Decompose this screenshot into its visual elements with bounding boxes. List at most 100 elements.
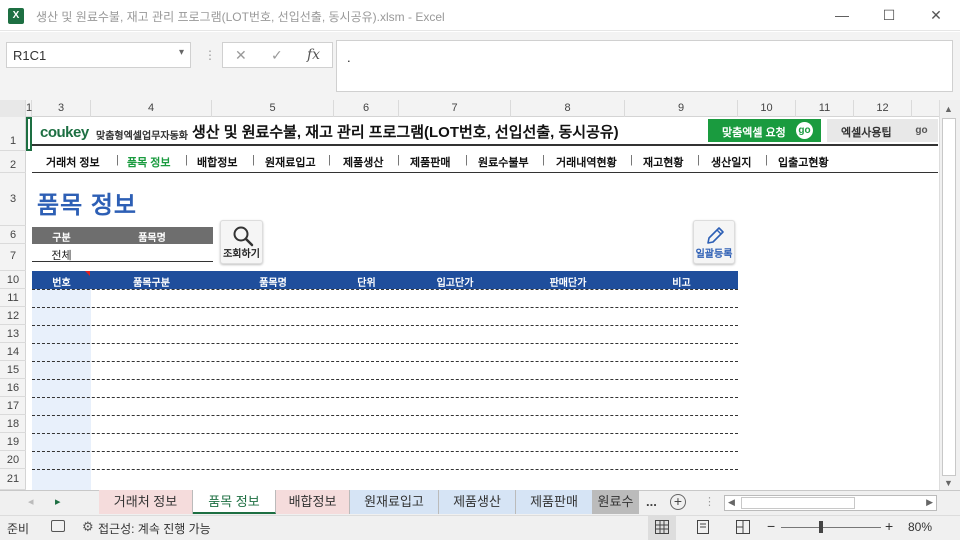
zoom-slider-thumb[interactable]	[819, 521, 823, 533]
row-header[interactable]: 6	[0, 226, 26, 244]
column-header[interactable]: 12	[854, 100, 912, 117]
sheet-tab-production[interactable]: 제품생산	[439, 490, 516, 514]
accessibility-status[interactable]: 접근성: 계속 진행 가능	[98, 520, 211, 537]
column-header[interactable]: 7	[399, 100, 511, 117]
scroll-down-icon[interactable]: ▼	[944, 478, 953, 488]
column-header[interactable]: 6	[334, 100, 399, 117]
row-header[interactable]: 19	[0, 433, 26, 451]
search-button[interactable]: 조회하기	[220, 220, 263, 264]
nav-item-raw-ledger[interactable]: 원료수불부	[478, 154, 529, 170]
sheet-tab-customer[interactable]: 거래처 정보	[99, 490, 193, 514]
row-header[interactable]: 13	[0, 325, 26, 343]
cancel-icon[interactable]: ✕	[235, 47, 247, 64]
row-header[interactable]: 7	[0, 244, 26, 271]
row-header[interactable]: 1	[0, 117, 26, 151]
scroll-up-icon[interactable]: ▲	[944, 104, 953, 114]
column-header[interactable]: 9	[625, 100, 738, 117]
filter-category-select[interactable]: 전체	[32, 247, 91, 263]
chevron-down-icon[interactable]: ▾	[179, 47, 184, 58]
tab-prev-icon[interactable]: ◂	[28, 495, 34, 508]
table-row[interactable]	[32, 451, 738, 452]
formula-input[interactable]: .	[336, 40, 953, 92]
nav-item-formula[interactable]: 배합정보	[197, 154, 237, 170]
sheet-tab-raw-ledger[interactable]: 원료수	[593, 490, 639, 514]
row-header[interactable]: 12	[0, 307, 26, 325]
bulk-register-button[interactable]: 일괄등록	[693, 220, 735, 264]
maximize-button[interactable]: ☐	[866, 0, 912, 31]
tab-next-icon[interactable]: ▸	[55, 495, 61, 508]
row-header[interactable]: 21	[0, 469, 26, 490]
formula-separator-icon[interactable]: ⋮	[204, 48, 216, 62]
macro-record-icon[interactable]	[51, 520, 65, 532]
number-column-fill	[32, 289, 91, 490]
custom-excel-request-button[interactable]: 맞춤엑셀 요청 go	[708, 119, 821, 142]
sheet-tab-item-info[interactable]: 품목 정보	[193, 490, 276, 514]
page-layout-icon[interactable]	[696, 520, 710, 534]
program-title: 생산 및 원료수불, 재고 관리 프로그램(LOT번호, 선입선출, 동시공유)	[192, 124, 619, 141]
selected-cell[interactable]	[26, 117, 32, 151]
table-row[interactable]	[32, 289, 738, 290]
scroll-right-icon[interactable]: ▶	[926, 497, 933, 508]
nav-item-production[interactable]: 제품생산	[343, 154, 383, 170]
zoom-level[interactable]: 80%	[908, 520, 932, 534]
column-header[interactable]: 5	[212, 100, 334, 117]
more-tabs-button[interactable]: ...	[646, 494, 657, 509]
add-sheet-icon[interactable]: +	[670, 494, 686, 510]
horizontal-scroll-thumb[interactable]	[741, 497, 855, 509]
zoom-in-button[interactable]: +	[885, 518, 893, 534]
horizontal-scrollbar[interactable]: ◀ ▶	[724, 495, 937, 511]
table-row[interactable]	[32, 343, 738, 344]
column-header[interactable]: 11	[796, 100, 854, 117]
row-header[interactable]: 20	[0, 451, 26, 469]
row-header[interactable]: 17	[0, 397, 26, 415]
excel-tips-button[interactable]: 엑셀사용팁 go	[827, 119, 938, 142]
nav-item-production-log[interactable]: 생산일지	[711, 154, 751, 170]
sheet-tab-sales[interactable]: 제품판매	[516, 490, 593, 514]
column-header[interactable]: 3	[32, 100, 91, 117]
column-header[interactable]: 8	[511, 100, 625, 117]
nav-item-in-out[interactable]: 입출고현황	[778, 154, 829, 170]
minimize-button[interactable]: —	[819, 0, 865, 31]
table-row[interactable]	[32, 307, 738, 308]
column-header[interactable]: 10	[738, 100, 796, 117]
table-row[interactable]	[32, 397, 738, 398]
zoom-out-button[interactable]: −	[767, 518, 775, 534]
logo-part-a: cou	[40, 124, 66, 141]
enter-icon[interactable]: ✓	[271, 47, 283, 64]
accessibility-icon[interactable]: ⚙	[82, 519, 94, 535]
nav-item-raw-receipt[interactable]: 원재료입고	[265, 154, 316, 170]
tab-split-handle-icon[interactable]: ⋮	[704, 495, 715, 508]
row-header[interactable]: 11	[0, 289, 26, 307]
sheet-tab-raw-receipt[interactable]: 원재료입고	[350, 490, 439, 514]
row-header[interactable]: 3	[0, 173, 26, 226]
table-row[interactable]	[32, 379, 738, 380]
close-button[interactable]: ✕	[913, 0, 959, 31]
nav-item-customer-info[interactable]: 거래처 정보	[46, 154, 100, 170]
select-all-corner[interactable]	[0, 100, 26, 117]
row-header[interactable]: 18	[0, 415, 26, 433]
column-header[interactable]: 4	[91, 100, 212, 117]
page-break-preview-icon[interactable]	[736, 520, 750, 534]
sheet-tab-formula[interactable]: 배합정보	[276, 490, 350, 514]
scroll-left-icon[interactable]: ◀	[728, 497, 735, 508]
row-header[interactable]: 14	[0, 343, 26, 361]
nav-item-transactions[interactable]: 거래내역현황	[556, 154, 617, 170]
table-row[interactable]	[32, 469, 738, 470]
zoom-slider[interactable]	[781, 527, 881, 528]
nav-item-sales[interactable]: 제품판매	[410, 154, 450, 170]
table-row[interactable]	[32, 433, 738, 434]
table-row[interactable]	[32, 325, 738, 326]
name-box[interactable]: R1C1 ▾	[6, 42, 191, 68]
row-header[interactable]: 16	[0, 379, 26, 397]
table-row[interactable]	[32, 415, 738, 416]
row-header[interactable]: 15	[0, 361, 26, 379]
nav-item-item-info[interactable]: 품목 정보	[127, 154, 171, 170]
row-header[interactable]: 2	[0, 151, 26, 173]
table-row[interactable]	[32, 361, 738, 362]
filter-item-name-input[interactable]	[91, 244, 213, 261]
row-header[interactable]: 10	[0, 271, 26, 289]
vertical-scroll-thumb[interactable]	[942, 118, 956, 476]
insert-function-icon[interactable]: fx	[307, 47, 320, 63]
table-col-number: 번호	[52, 278, 71, 289]
nav-item-inventory[interactable]: 재고현황	[643, 154, 683, 170]
